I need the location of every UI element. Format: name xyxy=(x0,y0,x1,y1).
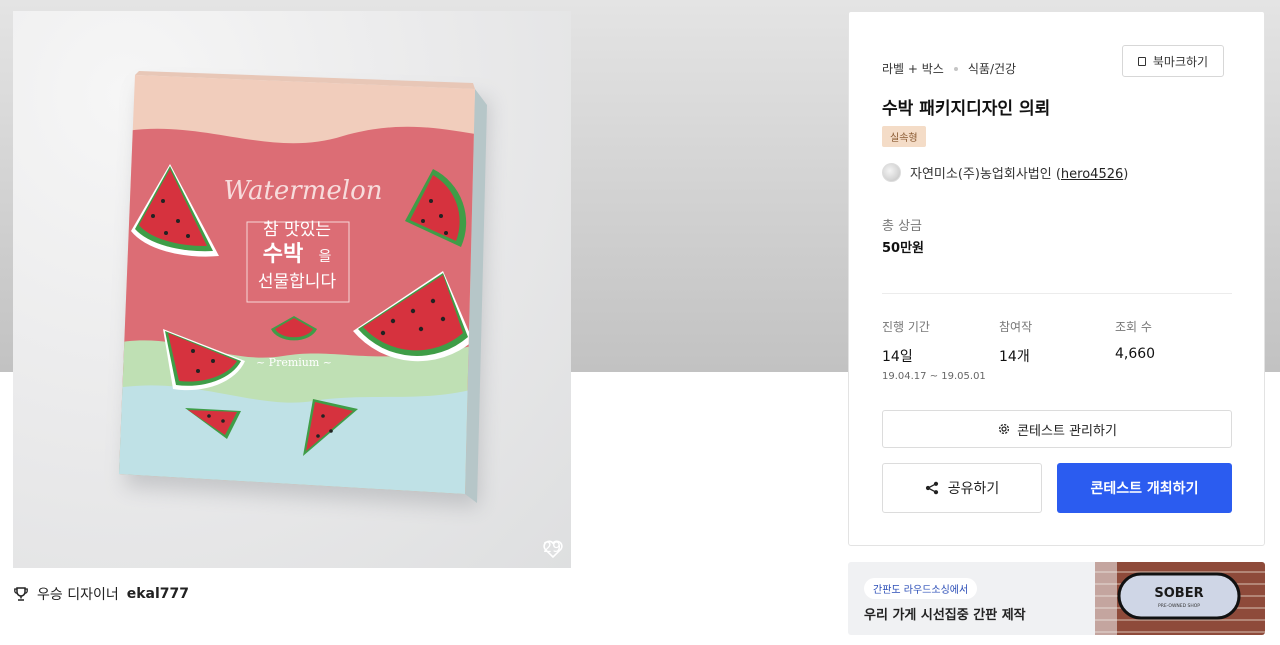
like-button[interactable]: 29 xyxy=(543,540,563,558)
trophy-icon xyxy=(14,587,28,601)
design-copy-line2-suffix: 을 xyxy=(319,249,332,265)
host-name: 자연미소(주)농업회사법인 ( xyxy=(910,167,1061,182)
contest-info-panel: 라벨 + 박스 식품/건강 북마크하기 수박 패키지디자인 의뢰 실속형 자연미… xyxy=(848,11,1265,546)
sign-text: SOBER xyxy=(1154,586,1203,601)
heart-icon xyxy=(543,540,563,558)
host-id-link[interactable]: hero4526 xyxy=(1061,167,1123,182)
share-icon xyxy=(925,481,938,495)
host-paren: ) xyxy=(1123,167,1129,182)
manage-contest-button[interactable]: 콘테스트 관리하기 xyxy=(882,410,1232,448)
plan-tag: 실속형 xyxy=(882,126,926,147)
stat-value: 14일 xyxy=(882,349,913,365)
stat-views: 조회 수 4,660 xyxy=(1115,318,1155,362)
bookmark-button[interactable]: 북마크하기 xyxy=(1122,45,1224,77)
winner-designer: 우승 디자이너 ekal777 xyxy=(13,584,189,604)
contest-winning-image[interactable]: Watermelon 참 맛있는 수박 을 선물합니다 ~ Premium ~ … xyxy=(13,11,571,568)
contest-title: 수박 패키지디자인 의뢰 xyxy=(882,99,1051,119)
stat-label: 조회 수 xyxy=(1115,320,1152,334)
avatar xyxy=(882,163,901,182)
bookmark-label: 북마크하기 xyxy=(1152,54,1209,69)
prize-label: 총 상금 xyxy=(882,219,923,234)
design-script-title: Watermelon xyxy=(224,176,383,206)
watermelon-box-illustration: Watermelon 참 맛있는 수박 을 선물합니다 ~ Premium ~ xyxy=(119,71,489,507)
category-sub[interactable]: 식품/건강 xyxy=(968,60,1016,77)
share-label: 공유하기 xyxy=(947,481,1000,497)
gear-icon xyxy=(999,423,1010,435)
host-text: 자연미소(주)농업회사법인 (hero4526) xyxy=(910,163,1128,182)
stat-entries: 참여작 14개 xyxy=(999,318,1032,366)
design-copy-line1: 참 맛있는 xyxy=(263,220,331,240)
share-button[interactable]: 공유하기 xyxy=(882,463,1042,513)
winner-name[interactable]: ekal777 xyxy=(127,586,189,602)
sign-subtext: PRE-OWNED SHOP xyxy=(1158,603,1200,609)
signboard-ad-banner[interactable]: 간판도 라우드소싱에서 우리 가게 시선집중 간판 제작 SOBER PRE-O… xyxy=(848,562,1265,635)
category-main[interactable]: 라벨 + 박스 xyxy=(882,60,944,77)
bookmark-icon xyxy=(1137,56,1146,66)
stat-date-range: 19.04.17 ~ 19.05.01 xyxy=(882,371,986,382)
winner-label: 우승 디자이너 xyxy=(37,587,119,603)
banner-pill: 간판도 라우드소싱에서 xyxy=(864,578,978,599)
stat-label: 참여작 xyxy=(999,320,1033,334)
signboard-image: SOBER PRE-OWNED SHOP xyxy=(1095,562,1265,635)
breadcrumb-separator xyxy=(953,66,958,71)
stat-value: 14개 xyxy=(999,349,1030,365)
design-copy-line3: 선물합니다 xyxy=(258,272,337,292)
design-premium-badge: ~ Premium ~ xyxy=(256,356,332,369)
host-info: 자연미소(주)농업회사법인 (hero4526) xyxy=(882,163,1128,182)
design-copy-line2: 수박 xyxy=(263,242,303,267)
stat-duration: 진행 기간 14일 19.04.17 ~ 19.05.01 xyxy=(882,318,986,382)
stat-label: 진행 기간 xyxy=(882,320,930,334)
manage-contest-label: 콘테스트 관리하기 xyxy=(1017,423,1117,439)
host-contest-button[interactable]: 콘테스트 개최하기 xyxy=(1057,463,1232,513)
stat-value: 4,660 xyxy=(1115,346,1156,362)
prize-value: 50만원 xyxy=(882,241,925,256)
divider xyxy=(882,293,1232,294)
breadcrumb: 라벨 + 박스 식품/건강 xyxy=(882,60,1016,77)
banner-headline: 우리 가게 시선집중 간판 제작 xyxy=(864,608,1026,623)
